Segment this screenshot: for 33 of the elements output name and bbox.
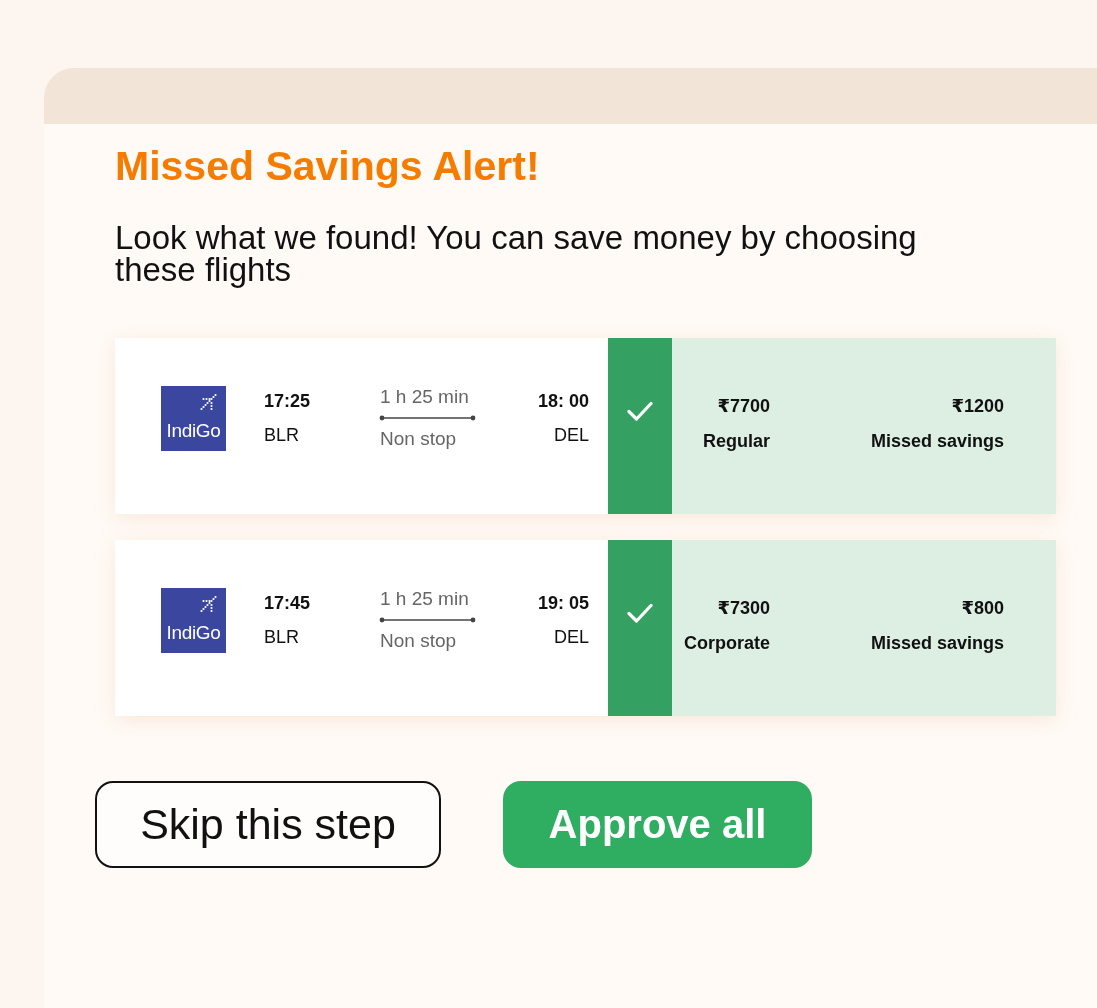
departure-airport: BLR (264, 626, 299, 649)
departure-time: 17:25 (264, 390, 311, 413)
arrival-airport: DEL (554, 626, 589, 649)
stops-label: Non stop (380, 428, 457, 450)
route-line-icon (379, 617, 476, 623)
arrival-airport: DEL (554, 424, 589, 447)
missed-savings-amount: ₹1200 (951, 395, 1004, 418)
missed-savings-amount: ₹800 (961, 597, 1004, 620)
logo-text: IndiGo (166, 621, 221, 644)
arrival-time: 18: 00 (537, 390, 589, 413)
select-toggle[interactable] (608, 540, 672, 716)
missed-savings-label: Missed savings (870, 632, 1004, 655)
alert-title: Missed Savings Alert! (115, 142, 540, 190)
arrival-time: 19: 05 (537, 592, 589, 615)
fare-type: Corporate (684, 632, 770, 655)
fare-price: ₹7300 (717, 597, 770, 620)
departure-airport: BLR (264, 424, 299, 447)
fare-type: Regular (702, 430, 770, 453)
logo-text: IndiGo (166, 419, 221, 442)
route-line-icon (379, 415, 476, 421)
fare-price: ₹7700 (717, 395, 770, 418)
alert-message: Look what we found! You can save money by choosing these flights (115, 222, 918, 286)
skip-button[interactable]: Skip this step (95, 781, 441, 868)
plane-icon (199, 392, 218, 411)
flight-duration: 1 h 25 min (380, 588, 469, 610)
missed-savings-label: Missed savings (870, 430, 1004, 453)
select-toggle[interactable] (608, 338, 672, 514)
plane-icon (199, 594, 218, 613)
stops-label: Non stop (380, 630, 457, 652)
check-icon (627, 401, 653, 421)
departure-time: 17:45 (264, 592, 311, 615)
check-icon (627, 603, 653, 623)
flight-duration: 1 h 25 min (380, 386, 469, 408)
